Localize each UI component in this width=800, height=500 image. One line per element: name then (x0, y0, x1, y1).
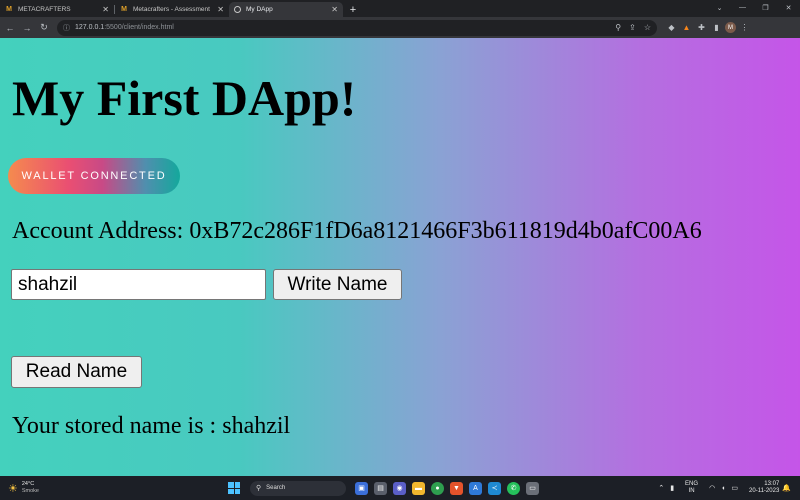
clock-time: 13:07 (764, 481, 780, 487)
metacrafters-m-icon: M (6, 6, 12, 13)
tab-search-icon[interactable]: ⌄ (708, 0, 731, 15)
lang-top: ENG (685, 481, 699, 487)
windows-taskbar: ☀ 24°C Smoke ⚲ Search ▣ ▤ ◉ ▬ ● ▼ A ≺ ✆ … (0, 476, 800, 500)
search-label: Search (266, 485, 286, 491)
volume-icon[interactable]: ◖ (721, 485, 725, 492)
stored-name-text: Your stored name is : shahzil (12, 413, 291, 439)
search-icon: ⚲ (256, 485, 262, 492)
chevron-up-icon[interactable]: ⌃ (658, 484, 664, 492)
page-title: My First DApp! (12, 70, 357, 126)
minimize-icon[interactable]: — (731, 0, 754, 15)
window-controls: ⌄ — ❐ ✕ (708, 0, 800, 15)
dapp-page: My First DApp! WALLET CONNECTED Account … (0, 38, 800, 476)
system-tray: ⌃ ▮ ENG IN ◠ ◖ ▭ 13:07 20-11-2023 🔔 (655, 476, 794, 500)
tab-my-dapp[interactable]: My DApp ✕ (229, 2, 343, 17)
windows-start-icon[interactable] (228, 482, 240, 494)
browser-menu-icon[interactable]: ⋮ (738, 21, 751, 34)
vscode-icon[interactable]: ≺ (488, 481, 501, 495)
app-icon[interactable]: ▭ (526, 481, 539, 495)
weather-widget[interactable]: ☀ 24°C Smoke (8, 481, 88, 495)
wallet-connected-button[interactable]: WALLET CONNECTED (8, 158, 180, 194)
back-icon[interactable]: ← (3, 21, 17, 35)
browser-tab-strip: M METACRAFTERS ✕ M Metacrafters - Assess… (0, 0, 800, 17)
reload-icon[interactable]: ↻ (37, 21, 51, 35)
close-icon[interactable]: ✕ (217, 5, 224, 14)
tab-title: My DApp (246, 6, 273, 13)
metamask-fox-icon[interactable]: ▲ (680, 21, 693, 34)
extensions-puzzle-icon[interactable]: ✚ (695, 21, 708, 34)
file-explorer-icon[interactable]: ▬ (412, 481, 425, 495)
share-icon[interactable]: ⇪ (629, 23, 636, 32)
chrome-icon[interactable]: ● (431, 481, 444, 495)
battery-icon[interactable]: ▭ (731, 484, 738, 492)
weather-temp: 24°C (21, 481, 35, 487)
tab-metacrafters-assessment[interactable]: M Metacrafters - Assessment ✕ (115, 2, 229, 17)
browser-toolbar: ← → ↻ ⓘ 127.0.0.1:5500/client/index.html… (0, 17, 800, 38)
app-store-icon[interactable]: A (469, 481, 482, 495)
notification-bell-icon[interactable]: 🔔 (782, 484, 791, 492)
close-window-icon[interactable]: ✕ (777, 0, 800, 15)
weather-sun-icon: ☀ (8, 482, 18, 495)
url-text: 127.0.0.1:5500/client/index.html (75, 24, 607, 31)
whatsapp-icon[interactable]: ✆ (507, 481, 520, 495)
lang-bottom: IN (688, 488, 695, 494)
tab-title: METACRAFTERS (18, 6, 71, 13)
bookmark-star-icon[interactable]: ☆ (644, 23, 651, 32)
name-input[interactable] (11, 269, 266, 300)
tab-metacrafters[interactable]: M METACRAFTERS ✕ (0, 2, 114, 17)
account-address-label: Account Address: (12, 218, 184, 244)
clock[interactable]: 13:07 20-11-2023 (749, 481, 779, 495)
write-name-button[interactable]: Write Name (273, 269, 402, 300)
language-indicator[interactable]: ENG IN (685, 481, 698, 495)
globe-icon (234, 6, 241, 13)
forward-icon[interactable]: → (20, 21, 34, 35)
site-info-icon[interactable]: ⓘ (63, 23, 70, 33)
url-host: 127.0.0.1 (75, 24, 105, 31)
account-address-value: 0xB72c286F1fD6a8121466F3b611819d4b0afC00… (189, 218, 702, 244)
new-tab-button[interactable]: + (346, 2, 360, 17)
tab-title: Metacrafters - Assessment (133, 6, 210, 13)
weather-desc: Smoke (21, 488, 39, 494)
side-panel-icon[interactable]: ▮ (710, 21, 723, 34)
profile-avatar[interactable]: M (725, 22, 736, 33)
address-bar[interactable]: ⓘ 127.0.0.1:5500/client/index.html ⚲ ⇪ ☆ (57, 19, 657, 36)
zoom-icon[interactable]: ⚲ (615, 23, 621, 32)
taskbar-center: ⚲ Search ▣ ▤ ◉ ▬ ● ▼ A ≺ ✆ ▭ (228, 478, 542, 498)
task-view-icon[interactable]: ▣ (355, 481, 368, 495)
url-path: :5500/client/index.html (104, 24, 174, 31)
extensions-area: ◆ ▲ ✚ ▮ M ⋮ (665, 21, 753, 34)
extension-icon[interactable]: ◆ (665, 21, 678, 34)
wifi-icon[interactable]: ◠ (709, 484, 715, 492)
teams-icon[interactable]: ◉ (393, 481, 406, 495)
taskbar-search[interactable]: ⚲ Search (250, 480, 346, 496)
clock-date: 20-11-2023 (749, 488, 780, 494)
read-name-button[interactable]: Read Name (11, 356, 142, 388)
close-icon[interactable]: ✕ (102, 5, 109, 14)
brave-icon[interactable]: ▼ (450, 481, 463, 495)
tray-app-icon[interactable]: ▮ (670, 484, 674, 492)
account-address-line: Account Address: 0xB72c286F1fD6a8121466F… (12, 218, 702, 245)
widgets-icon[interactable]: ▤ (374, 481, 387, 495)
metacrafters-m-icon: M (121, 6, 127, 13)
close-icon[interactable]: ✕ (331, 5, 338, 14)
maximize-icon[interactable]: ❐ (754, 0, 777, 15)
